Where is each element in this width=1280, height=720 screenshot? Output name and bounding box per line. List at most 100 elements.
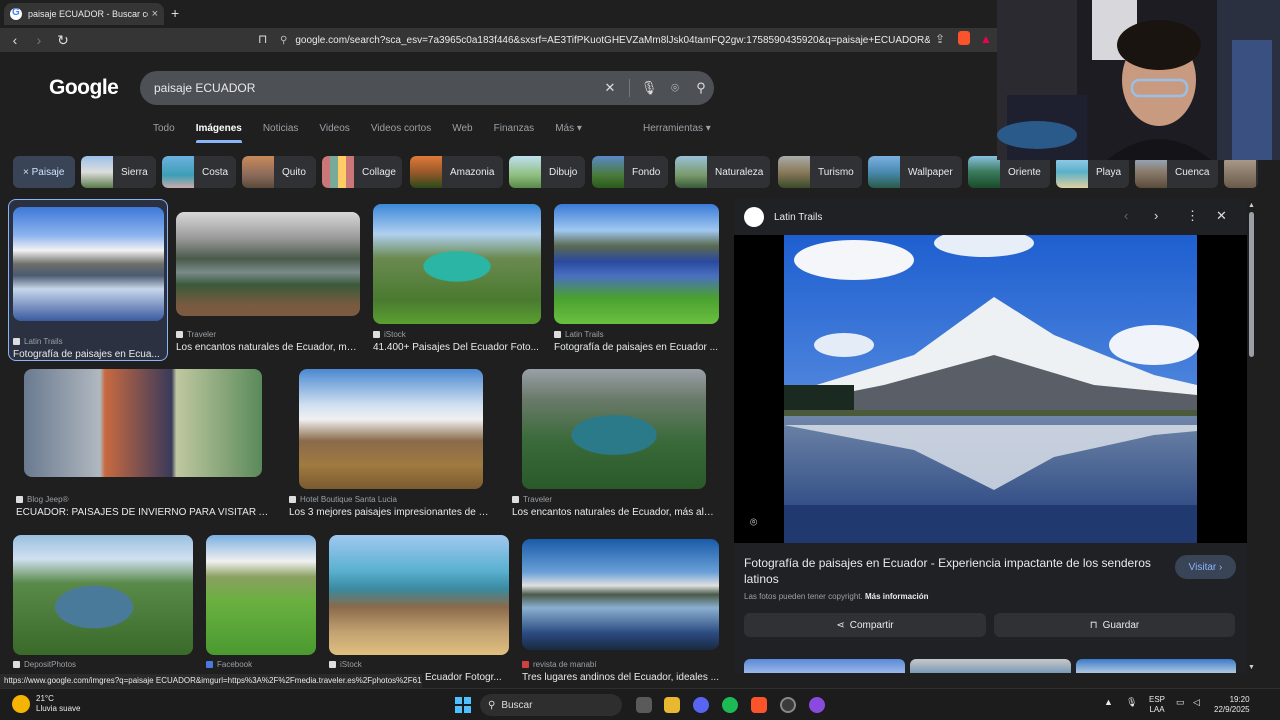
share-page-icon[interactable]: ⇪ <box>935 32 945 46</box>
tray-mic-icon[interactable]: 🎙 <box>1126 697 1137 708</box>
google-logo[interactable]: Google <box>49 76 119 100</box>
volume-icon[interactable]: ◁ <box>1193 697 1200 708</box>
next-image-icon[interactable]: › <box>1154 208 1158 223</box>
microphone-icon[interactable]: 🎙 <box>636 80 662 96</box>
chip-sierra[interactable]: Sierra <box>81 156 156 188</box>
chip-oriente[interactable]: Oriente <box>968 156 1050 188</box>
preview-title[interactable]: Fotografía de paisajes en Ecuador - Expe… <box>744 555 1164 587</box>
chip-wallpaper[interactable]: Wallpaper <box>868 156 962 188</box>
browser-tab[interactable]: paisaje ECUADOR - Buscar con Google × <box>4 3 164 25</box>
chip-quito[interactable]: Quito <box>242 156 316 188</box>
steam-icon[interactable] <box>780 697 796 713</box>
taskbar-search[interactable]: ⚲ Buscar <box>480 694 622 716</box>
chip-costa[interactable]: Costa <box>162 156 236 188</box>
chip-fondo[interactable]: Fondo <box>592 156 668 188</box>
preview-source[interactable]: Latin Trails <box>744 207 822 227</box>
bookmark-icon[interactable]: ⊓ <box>258 32 267 46</box>
chip-dibujo[interactable]: Dibujo <box>509 156 585 188</box>
tray-expand-icon[interactable]: ▲ <box>1104 697 1113 707</box>
chip-collage[interactable]: Collage <box>322 156 402 188</box>
address-bar[interactable]: ⚲ google.com/search?sca_esv=7a3965c0a183… <box>280 31 930 49</box>
file-explorer-icon[interactable] <box>664 697 680 713</box>
app-icon[interactable] <box>809 697 825 713</box>
spotify-icon[interactable] <box>722 697 738 713</box>
result-caption[interactable]: Ecuador Fotogr... <box>425 672 509 683</box>
lens-search-icon[interactable]: ⌾ <box>750 515 757 530</box>
discord-icon[interactable] <box>693 697 709 713</box>
result-image[interactable] <box>176 212 360 316</box>
chip-label: Quito <box>282 166 306 178</box>
tools-button[interactable]: Herramientas ▾ <box>643 123 711 134</box>
result-image[interactable] <box>13 535 193 655</box>
new-tab-button[interactable]: + <box>171 5 179 21</box>
tab-imagenes[interactable]: Imágenes <box>196 123 242 143</box>
tab-mas[interactable]: Más ▾ <box>555 123 582 143</box>
tab-videos-cortos[interactable]: Videos cortos <box>371 123 431 143</box>
lens-icon[interactable]: ⌾ <box>662 80 688 96</box>
tab-videos[interactable]: Videos <box>319 123 349 143</box>
related-image[interactable] <box>910 659 1071 673</box>
result-caption[interactable]: Fotografía de paisajes en Ecua... <box>13 349 164 360</box>
chip-paisaje[interactable]: × Paisaje <box>13 156 75 188</box>
related-image[interactable] <box>744 659 905 673</box>
chip-naturaleza[interactable]: Naturaleza <box>675 156 770 188</box>
site-info-icon[interactable]: ⚲ <box>280 35 287 46</box>
result-image[interactable] <box>13 207 164 321</box>
start-icon[interactable] <box>455 697 471 713</box>
scroll-up-icon[interactable]: ▲ <box>1248 202 1255 209</box>
result-caption[interactable]: Tres lugares andinos del Ecuador, ideale… <box>522 672 719 683</box>
result-image[interactable] <box>522 369 706 489</box>
network-icon[interactable]: ▭ <box>1176 697 1185 708</box>
result-image[interactable] <box>373 204 541 324</box>
previous-image-icon[interactable]: ‹ <box>1124 208 1128 223</box>
result-image[interactable] <box>299 369 483 489</box>
forward-icon[interactable]: › <box>30 32 48 48</box>
brave-icon[interactable] <box>751 697 767 713</box>
chip-more[interactable] <box>1224 156 1258 188</box>
tab-noticias[interactable]: Noticias <box>263 123 299 143</box>
search-input[interactable]: paisaje ECUADOR <box>154 81 597 95</box>
weather-widget[interactable]: 21°C Lluvia suave <box>12 694 80 714</box>
scroll-down-icon[interactable]: ▼ <box>1248 664 1255 671</box>
result-image[interactable] <box>206 535 316 655</box>
scrollbar-thumb[interactable] <box>1249 212 1254 357</box>
result-image[interactable] <box>329 535 509 655</box>
search-icon[interactable]: ⚲ <box>688 80 714 96</box>
save-button[interactable]: ⊓ Guardar <box>994 613 1235 637</box>
chip-turismo[interactable]: Turismo <box>778 156 862 188</box>
tab-finanzas[interactable]: Finanzas <box>494 123 535 143</box>
tab-web[interactable]: Web <box>452 123 472 143</box>
reload-icon[interactable]: ↻ <box>54 32 72 49</box>
source-name: revista de manabí <box>533 660 597 669</box>
chip-amazonia[interactable]: Amazonia <box>410 156 503 188</box>
chip-cuenca[interactable]: Cuenca <box>1135 156 1218 188</box>
language-indicator[interactable]: ESP LAA <box>1149 695 1165 715</box>
result-caption[interactable]: Los encantos naturales de Ecuador, más a… <box>512 507 716 518</box>
result-caption[interactable]: Los 3 mejores paisajes impresionantes de… <box>289 507 494 518</box>
clock[interactable]: 19:20 22/9/2025 <box>1214 695 1250 715</box>
back-icon[interactable]: ‹ <box>6 32 24 48</box>
close-preview-icon[interactable]: ✕ <box>1216 208 1227 224</box>
close-tab-icon[interactable]: × <box>152 8 158 20</box>
result-caption[interactable]: Fotografía de paisajes en Ecuador ... <box>554 342 719 353</box>
preview-image[interactable] <box>734 235 1247 543</box>
task-view-icon[interactable] <box>636 697 652 713</box>
brave-rewards-icon[interactable]: ▲ <box>980 32 992 46</box>
clear-search-icon[interactable]: ✕ <box>597 80 623 96</box>
result-image[interactable] <box>24 369 262 477</box>
tab-todo[interactable]: Todo <box>153 123 175 143</box>
result-caption[interactable]: ECUADOR: PAISAJES DE INVIERNO PARA VISIT… <box>16 507 270 518</box>
chip-playa[interactable]: Playa <box>1056 156 1129 188</box>
result-caption[interactable]: 41.400+ Paisajes Del Ecuador Foto... <box>373 342 541 353</box>
related-image[interactable] <box>1076 659 1236 673</box>
result-image[interactable] <box>554 204 719 324</box>
share-button[interactable]: ⋖ Compartir <box>744 613 986 637</box>
result-image[interactable] <box>522 539 719 650</box>
more-info-link[interactable]: Más información <box>865 592 929 601</box>
more-options-icon[interactable]: ⋮ <box>1186 208 1199 224</box>
result-caption[interactable]: Los encantos naturales de Ecuador, má... <box>176 342 360 353</box>
brave-shield-icon[interactable] <box>958 31 970 45</box>
visit-button[interactable]: Visitar › <box>1175 555 1236 579</box>
search-box[interactable]: paisaje ECUADOR ✕ 🎙 ⌾ ⚲ <box>140 71 714 105</box>
preview-scrollbar[interactable]: ▲ ▼ <box>1248 202 1256 672</box>
